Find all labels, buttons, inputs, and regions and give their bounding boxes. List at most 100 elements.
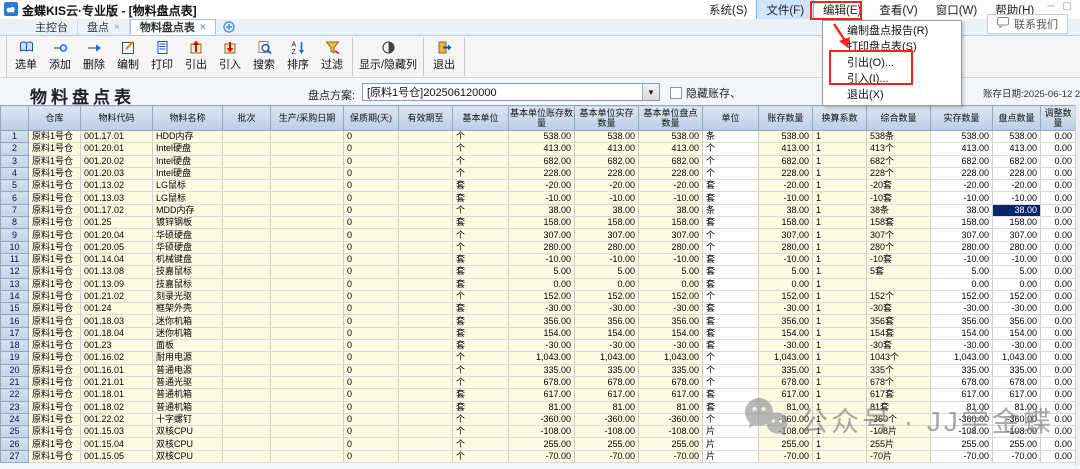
table-cell[interactable]: 原料1号仓 (29, 315, 81, 327)
table-cell[interactable]: 1 (813, 253, 867, 265)
table-cell[interactable]: 38.00 (931, 204, 993, 216)
table-cell[interactable]: 356套 (867, 315, 931, 327)
table-cell[interactable]: 0 (344, 204, 399, 216)
table-cell[interactable] (223, 413, 271, 425)
table-cell[interactable]: 335.00 (639, 364, 703, 376)
table-cell[interactable]: 0.00 (1041, 167, 1076, 179)
table-cell[interactable]: 个 (453, 413, 509, 425)
table-cell[interactable]: 片 (703, 438, 759, 450)
table-cell[interactable]: 0.00 (759, 278, 813, 290)
打印-button[interactable]: 打印 (145, 36, 179, 77)
table-cell[interactable] (399, 340, 453, 352)
table-cell[interactable]: 0 (344, 315, 399, 327)
排序-button[interactable]: AZ排序 (281, 36, 315, 77)
table-cell[interactable]: 001.16.02 (81, 352, 153, 364)
table-cell[interactable]: 原料1号仓 (29, 401, 81, 413)
table-cell[interactable] (271, 167, 344, 179)
table-cell[interactable]: 335.00 (759, 364, 813, 376)
table-cell[interactable]: 原料1号仓 (29, 241, 81, 253)
table-cell[interactable]: Intel硬盘 (153, 155, 223, 167)
table-cell[interactable]: -30.00 (931, 303, 993, 315)
table-cell[interactable] (399, 376, 453, 388)
table-cell[interactable]: 001.24 (81, 303, 153, 315)
table-cell[interactable]: -360.00 (993, 413, 1041, 425)
table-cell[interactable]: 条 (703, 204, 759, 216)
table-cell[interactable]: 617.00 (931, 389, 993, 401)
table-cell[interactable]: 356.00 (639, 315, 703, 327)
table-cell[interactable]: 1 (813, 278, 867, 290)
table-cell[interactable] (223, 426, 271, 438)
column-header[interactable]: 批次 (223, 106, 271, 131)
table-cell[interactable] (399, 155, 453, 167)
row-number[interactable]: 20 (1, 364, 29, 376)
table-cell[interactable]: 0 (344, 229, 399, 241)
table-cell[interactable]: 001.20.02 (81, 155, 153, 167)
table-cell[interactable]: 228.00 (759, 167, 813, 179)
table-cell[interactable] (223, 327, 271, 339)
table-cell[interactable]: 001.16.01 (81, 364, 153, 376)
table-cell[interactable]: 158.00 (993, 217, 1041, 229)
table-cell[interactable]: 0 (344, 438, 399, 450)
table-cell[interactable]: 0.00 (1041, 376, 1076, 388)
table-cell[interactable]: 1 (813, 413, 867, 425)
引出-button[interactable]: 引出 (179, 36, 213, 77)
table-cell[interactable] (399, 229, 453, 241)
table-cell[interactable]: 0 (344, 167, 399, 179)
table-cell[interactable] (223, 167, 271, 179)
table-cell[interactable]: 普通机箱 (153, 401, 223, 413)
table-cell[interactable]: -30.00 (509, 340, 575, 352)
table-cell[interactable]: 255.00 (575, 438, 639, 450)
table-cell[interactable]: 个 (453, 167, 509, 179)
row-number[interactable]: 4 (1, 167, 29, 179)
table-cell[interactable]: 套 (703, 303, 759, 315)
table-cell[interactable]: 158.00 (575, 217, 639, 229)
table-cell[interactable] (271, 290, 344, 302)
table-cell[interactable] (223, 438, 271, 450)
table-cell[interactable] (399, 426, 453, 438)
table-cell[interactable] (223, 217, 271, 229)
table-cell[interactable]: 5.00 (639, 266, 703, 278)
table-cell[interactable] (271, 401, 344, 413)
table-cell[interactable]: -108.00 (509, 426, 575, 438)
table-cell[interactable]: 158.00 (931, 217, 993, 229)
table-cell[interactable]: 1 (813, 364, 867, 376)
table-cell[interactable]: 套 (703, 253, 759, 265)
table-cell[interactable]: 0 (344, 266, 399, 278)
table-cell[interactable]: 335.00 (993, 364, 1041, 376)
table-cell[interactable]: Intel硬盘 (153, 143, 223, 155)
column-header[interactable]: 物料代码 (81, 106, 153, 131)
table-cell[interactable] (223, 266, 271, 278)
table-cell[interactable]: -30.00 (759, 303, 813, 315)
table-cell[interactable] (399, 131, 453, 143)
table-cell[interactable]: 原料1号仓 (29, 413, 81, 425)
table-cell[interactable] (271, 253, 344, 265)
table-cell[interactable] (223, 241, 271, 253)
table-cell[interactable]: 个 (453, 290, 509, 302)
table-cell[interactable]: 片 (703, 450, 759, 462)
hide-columns-checkbox[interactable] (670, 87, 682, 99)
table-cell[interactable] (399, 253, 453, 265)
table-cell[interactable]: 0.00 (575, 278, 639, 290)
table-cell[interactable]: 套 (453, 180, 509, 192)
table-cell[interactable] (271, 426, 344, 438)
table-cell[interactable]: 38.00 (575, 204, 639, 216)
table-cell[interactable]: 228.00 (575, 167, 639, 179)
table-cell[interactable]: 1,043.00 (509, 352, 575, 364)
table-cell[interactable]: 5.00 (759, 266, 813, 278)
table-cell[interactable]: 538.00 (639, 131, 703, 143)
table-cell[interactable]: 0.00 (1041, 192, 1076, 204)
table-cell[interactable]: 1,043.00 (575, 352, 639, 364)
table-cell[interactable]: 套 (453, 327, 509, 339)
table-cell[interactable]: 335.00 (931, 364, 993, 376)
table-cell[interactable]: 原料1号仓 (29, 426, 81, 438)
table-cell[interactable]: 原料1号仓 (29, 278, 81, 290)
table-cell[interactable]: 套 (703, 327, 759, 339)
table-cell[interactable]: -10套 (867, 253, 931, 265)
table-cell[interactable]: 原料1号仓 (29, 376, 81, 388)
table-cell[interactable]: -30.00 (759, 340, 813, 352)
table-cell[interactable]: 5.00 (993, 266, 1041, 278)
table-cell[interactable]: 413.00 (993, 143, 1041, 155)
table-cell[interactable]: Intel硬盘 (153, 167, 223, 179)
table-cell[interactable]: 个 (703, 352, 759, 364)
table-cell[interactable]: 0.00 (1041, 143, 1076, 155)
